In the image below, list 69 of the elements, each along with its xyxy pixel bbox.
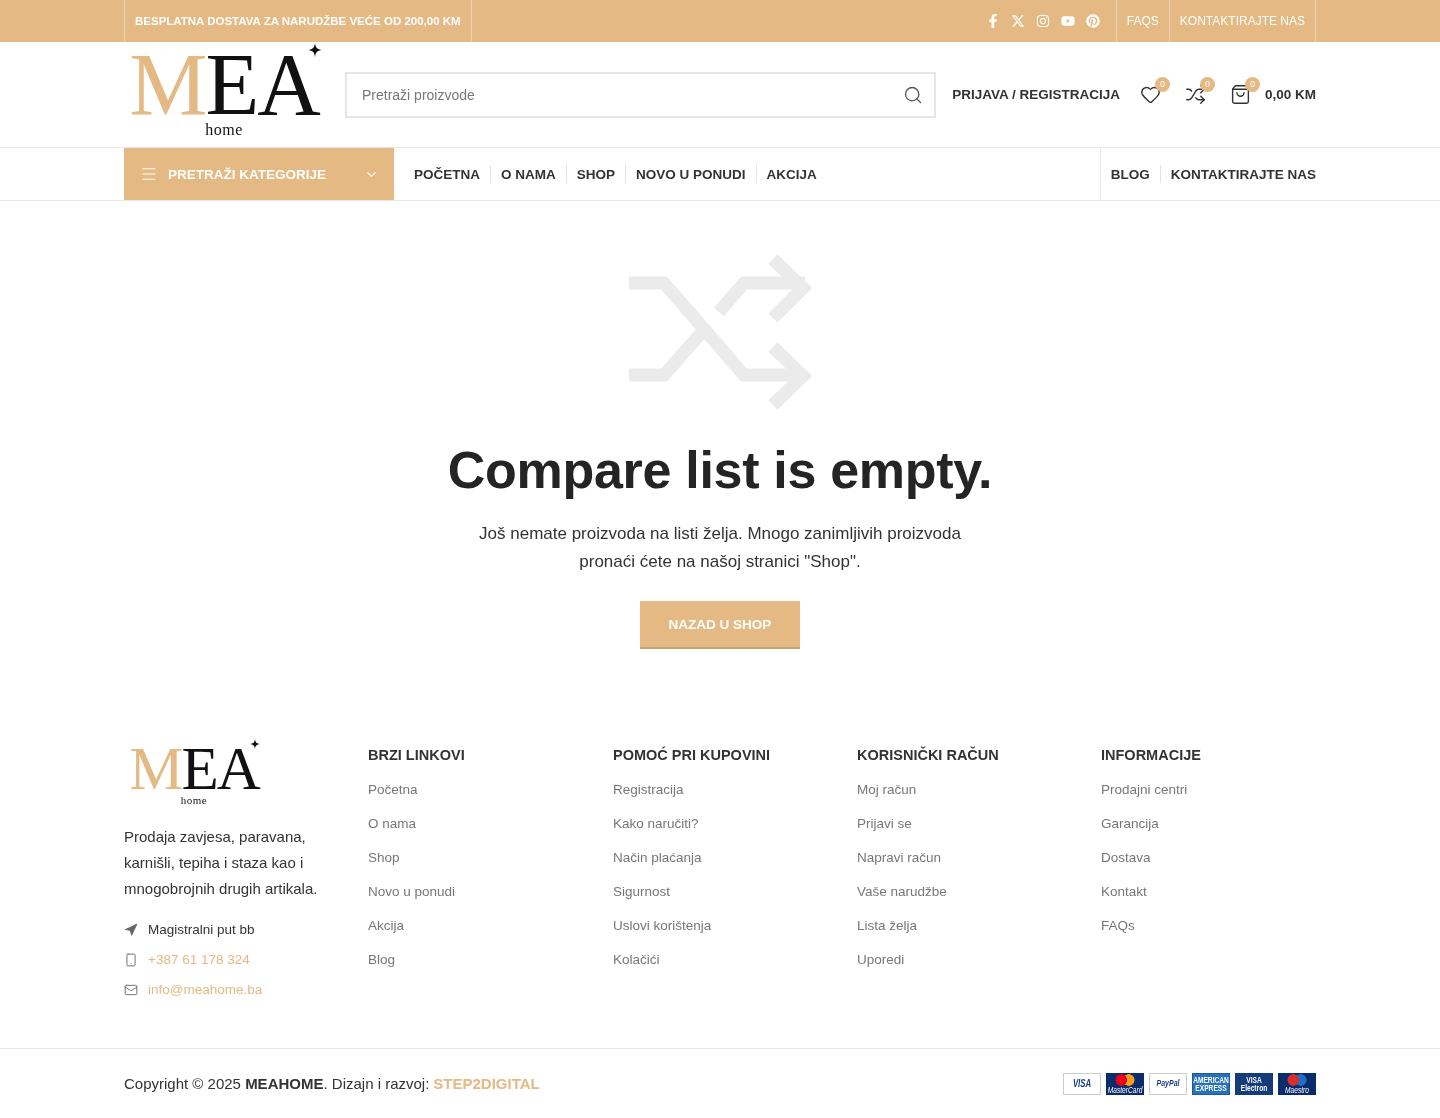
nav-link[interactable]: POČETNA bbox=[404, 166, 490, 182]
footer-link[interactable]: Kontakt bbox=[1101, 882, 1147, 902]
payment-card-logo: VISA Electron bbox=[1235, 1072, 1273, 1095]
shopping-bag-icon[interactable] bbox=[1229, 84, 1251, 105]
payment-card-logo: MasterCard bbox=[1106, 1072, 1144, 1095]
logo-subtitle: home bbox=[180, 794, 208, 806]
youtube-icon[interactable] bbox=[1060, 14, 1075, 28]
footer-link[interactable]: Blog bbox=[368, 950, 396, 970]
footer-link[interactable]: Prijavi se bbox=[857, 814, 912, 834]
footer-link[interactable]: Uporedi bbox=[857, 950, 905, 970]
footer-link[interactable]: Akcija bbox=[368, 916, 404, 936]
payment-card-logo: PayPal bbox=[1149, 1072, 1187, 1095]
payment-card-logo: VISA bbox=[1063, 1072, 1101, 1095]
nav-link[interactable]: BLOG bbox=[1100, 166, 1160, 182]
empty-state-message: Još nemate proizvoda na listi želja. Mnogo zanimljivih proizvoda pronaći ćete na našoj stranici "Shop". bbox=[478, 523, 962, 573]
footer-link[interactable]: Početna bbox=[368, 780, 418, 800]
footer-column-title: KORISNIČKI RAČUN bbox=[857, 745, 999, 765]
x-logo-icon[interactable] bbox=[1010, 14, 1025, 28]
nav-link[interactable]: AKCIJA bbox=[756, 166, 827, 182]
nav-link[interactable]: KONTAKTIRAJTE NAS bbox=[1160, 166, 1316, 182]
footer-link[interactable]: Uslovi korištenja bbox=[613, 916, 712, 936]
search-icon[interactable] bbox=[903, 84, 923, 105]
footer-link[interactable]: Dostava bbox=[1101, 848, 1151, 868]
sparkle-icon bbox=[308, 43, 322, 58]
nav-link[interactable]: NOVO U PONUDI bbox=[626, 166, 756, 182]
empty-state-title: Compare list is empty. bbox=[447, 440, 993, 500]
footer-link[interactable]: O nama bbox=[368, 814, 417, 834]
envelope-icon bbox=[124, 982, 138, 997]
footer-link[interactable]: FAQs bbox=[1101, 916, 1135, 936]
footer-link[interactable]: Lista želja bbox=[857, 916, 918, 936]
heart-icon[interactable] bbox=[1139, 84, 1161, 105]
footer-column-title: INFORMACIJE bbox=[1101, 746, 1201, 765]
payment-card-logo: AMERICAN EXPRESS bbox=[1192, 1072, 1230, 1095]
footer-link[interactable]: Registracija bbox=[613, 780, 684, 800]
count-badge: 0 bbox=[1154, 77, 1170, 92]
logo-wordmark[interactable]: MEA bbox=[129, 51, 319, 120]
footer-link[interactable]: Kako naručiti? bbox=[613, 814, 699, 834]
login-register-link[interactable]: PRIJAVA / REGISTRACIJA bbox=[952, 87, 1120, 102]
count-badge: 0 bbox=[1199, 77, 1215, 92]
sparkle-icon bbox=[250, 739, 260, 749]
location-arrow-icon bbox=[124, 922, 138, 937]
footer-link[interactable]: Način plaćanja bbox=[613, 848, 702, 868]
footer-link[interactable]: Sigurnost bbox=[613, 882, 671, 902]
pinterest-icon[interactable] bbox=[1085, 14, 1100, 28]
footer-link[interactable]: Prodajni centri bbox=[1101, 780, 1188, 800]
footer-link[interactable]: Moj račun bbox=[857, 780, 917, 800]
copyright-text: Copyright © 2025 MEAHOME. Dizajn i razvoj: STEP2DIGITAL bbox=[124, 1075, 540, 1093]
count-badge: 0 bbox=[1244, 77, 1260, 92]
logo-wordmark[interactable]: MEA bbox=[129, 745, 259, 793]
payment-card-logo: Maestro bbox=[1278, 1072, 1316, 1095]
footer-link[interactable]: Napravi račun bbox=[857, 848, 942, 868]
instagram-icon[interactable] bbox=[1035, 14, 1050, 28]
footer-link[interactable]: Kolačići bbox=[613, 950, 660, 970]
footer-link[interactable]: Shop bbox=[368, 848, 400, 868]
footer-description: Prodaja zavjesa, paravana, karnišli, tepiha i staza kao i mnogobrojnih drugih artikala. bbox=[124, 826, 319, 899]
logo-subtitle: home bbox=[205, 121, 243, 138]
address-text: Magistralni put bb bbox=[148, 920, 255, 939]
nav-link[interactable]: O NAMA bbox=[491, 166, 566, 182]
footer-link[interactable]: Garancija bbox=[1101, 814, 1159, 834]
smartphone-icon bbox=[124, 952, 138, 967]
footer-link[interactable]: Novo u ponudi bbox=[368, 882, 456, 902]
nav-link[interactable]: SHOP bbox=[566, 166, 626, 182]
menu-icon bbox=[140, 165, 158, 183]
footer-link[interactable]: Vaše narudžbe bbox=[857, 882, 947, 902]
cart-total[interactable]: 0,00 KM bbox=[1264, 87, 1316, 102]
footer-column-title: BRZI LINKOVI bbox=[368, 746, 465, 765]
footer-column-title: POMOĆ PRI KUPOVINI bbox=[613, 745, 771, 765]
free-shipping-text: BESPLATNA DOSTAVA ZA NARUDŽBE VEĆE OD 200,00 KM bbox=[135, 15, 461, 27]
search-field[interactable]: Pretraži proizvode bbox=[345, 71, 936, 118]
